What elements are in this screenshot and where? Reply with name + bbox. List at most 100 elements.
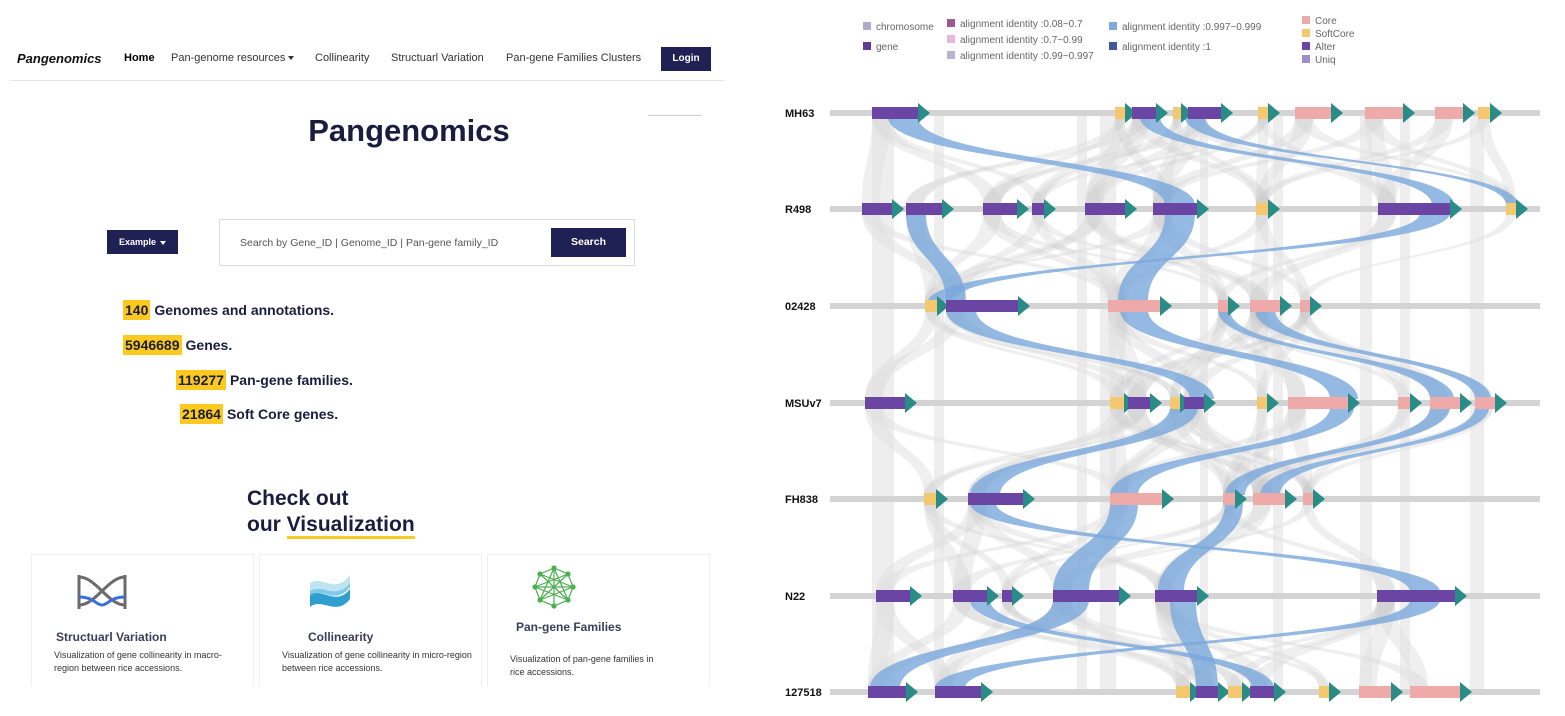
- website-panel: Pangenomics Home Pan-genome resources Co…: [0, 0, 730, 716]
- gene-direction-arrow: [905, 393, 917, 413]
- navbar: Pangenomics Home Pan-genome resources Co…: [10, 40, 725, 81]
- gene-direction-arrow: [1018, 296, 1030, 316]
- gene-block: [868, 686, 906, 698]
- gene-block: [865, 397, 905, 409]
- collinearity-panel: chromosome gene alignment identity :0.08~0…: [770, 0, 1565, 716]
- accession-label-N22: N22: [785, 591, 805, 603]
- gene-direction-arrow: [1012, 586, 1024, 606]
- gene-block: [1430, 397, 1460, 409]
- gene-direction-arrow: [1331, 103, 1343, 123]
- gene-direction-arrow: [1410, 393, 1422, 413]
- legend-label-identity_very_high: alignment identity :0.997~0.999: [1122, 22, 1262, 33]
- card-collinearity-title: Collinearity: [308, 630, 374, 644]
- nav-pan-genome-resources[interactable]: Pan-genome resources: [171, 52, 295, 64]
- legend-swatch-alter: [1302, 42, 1310, 50]
- stat-genomes-label: Genomes and annotations.: [154, 302, 335, 318]
- gene-block: [1303, 493, 1313, 505]
- gene-direction-arrow: [1156, 103, 1168, 123]
- gene-block: [906, 203, 942, 215]
- gene-block: [1128, 397, 1150, 409]
- page-title: Pangenomics: [308, 113, 510, 148]
- gene-direction-arrow: [1450, 199, 1462, 219]
- legend-label-identity_high: alignment identity :0.99~0.997: [960, 51, 1094, 62]
- gene-block: [1053, 590, 1119, 602]
- brand-logo[interactable]: Pangenomics: [17, 51, 102, 66]
- gene-direction-arrow: [1125, 199, 1137, 219]
- gene-block: [935, 686, 981, 698]
- network-icon: [532, 565, 576, 609]
- gene-block: [1155, 590, 1197, 602]
- stat-genomes-value: 140: [123, 300, 151, 320]
- card-structural-variation[interactable]: Structuarl Variation Visualization of ge…: [31, 554, 254, 686]
- card-collinearity[interactable]: Collinearity Visualization of gene colli…: [259, 554, 482, 686]
- gene-direction-arrow: [892, 199, 904, 219]
- gene-block: [925, 300, 937, 312]
- gene-direction-arrow: [1285, 489, 1297, 509]
- stat-families-label: Pan-gene families.: [229, 372, 353, 388]
- example-dropdown-button[interactable]: Example: [107, 230, 178, 254]
- gene-block: [1256, 203, 1268, 215]
- gene-block: [1032, 203, 1044, 215]
- legend-label-gene: gene: [876, 42, 899, 53]
- visualization-heading-prefix: our: [247, 513, 287, 536]
- gene-block: [1253, 493, 1285, 505]
- nav-home[interactable]: Home: [124, 52, 155, 64]
- gene-block: [1170, 397, 1180, 409]
- gray-link: [1250, 213, 1396, 302]
- gene-block: [953, 590, 987, 602]
- gene-block: [946, 300, 1018, 312]
- legend-swatch-core: [1302, 16, 1310, 24]
- gene-direction-arrow: [1490, 103, 1502, 123]
- nav-collinearity[interactable]: Collinearity: [315, 52, 369, 64]
- example-label: Example: [118, 237, 157, 247]
- stat-pan-gene-families: 119277 Pan-gene families.: [176, 370, 353, 390]
- card-structural-variation-title: Structuarl Variation: [56, 630, 167, 644]
- legend-swatch-uniq: [1302, 55, 1310, 63]
- stat-genes-value: 5946689: [123, 335, 182, 355]
- gene-block: [1228, 686, 1242, 698]
- gene-block: [1295, 107, 1331, 119]
- visualization-heading-line2: our Visualization: [247, 512, 415, 539]
- visualization-heading-highlight: Visualization: [286, 513, 415, 539]
- chevron-down-icon: [288, 56, 295, 61]
- gene-block: [1110, 397, 1124, 409]
- gene-direction-arrow: [1023, 489, 1035, 509]
- search-button[interactable]: Search: [551, 228, 626, 257]
- stat-softcore-label: Soft Core genes.: [226, 406, 339, 422]
- gene-direction-arrow: [987, 586, 999, 606]
- collinearity-visualization[interactable]: chromosome gene alignment identity :0.08~0…: [770, 0, 1565, 716]
- gene-direction-arrow: [1150, 393, 1162, 413]
- gene-block: [1300, 300, 1310, 312]
- card-pan-gene-families[interactable]: Pan-gene Families Visualization of pan-g…: [487, 554, 710, 686]
- search-input[interactable]: [232, 233, 547, 253]
- gene-block: [1115, 107, 1125, 119]
- chevron-down-icon: [160, 240, 167, 245]
- gene-block: [1108, 300, 1160, 312]
- stat-genes: 5946689 Genes.: [123, 335, 232, 355]
- gene-direction-arrow: [1329, 682, 1341, 702]
- gene-direction-arrow: [918, 103, 930, 123]
- nav-pan-gene-families-clusters[interactable]: Pan-gene Families Clusters: [506, 52, 641, 64]
- gene-direction-arrow: [1495, 393, 1507, 413]
- gene-block: [1223, 493, 1235, 505]
- legend-label-alter: Alter: [1315, 42, 1336, 53]
- gene-block: [1176, 686, 1190, 698]
- gene-block: [1359, 686, 1391, 698]
- legend-label-chromosome: chromosome: [876, 22, 934, 33]
- accession-label-MH63: MH63: [785, 108, 814, 120]
- gene-direction-arrow: [1516, 199, 1528, 219]
- visualization-heading-line1: Check out: [247, 487, 349, 510]
- gene-direction-arrow: [981, 682, 993, 702]
- gene-direction-arrow: [1280, 296, 1292, 316]
- gene-block: [1478, 107, 1490, 119]
- gene-block: [1173, 107, 1181, 119]
- login-button[interactable]: Login: [661, 47, 711, 71]
- legend-swatch-identity_one: [1109, 42, 1117, 50]
- gene-block: [924, 493, 936, 505]
- gene-block: [983, 203, 1017, 215]
- stat-soft-core: 21864 Soft Core genes.: [180, 404, 339, 424]
- nav-structural-variation[interactable]: Structuarl Variation: [391, 52, 484, 64]
- gene-direction-arrow: [1119, 586, 1131, 606]
- card-structural-variation-desc: Visualization of gene collinearity in ma…: [54, 650, 222, 673]
- gene-block: [1184, 397, 1204, 409]
